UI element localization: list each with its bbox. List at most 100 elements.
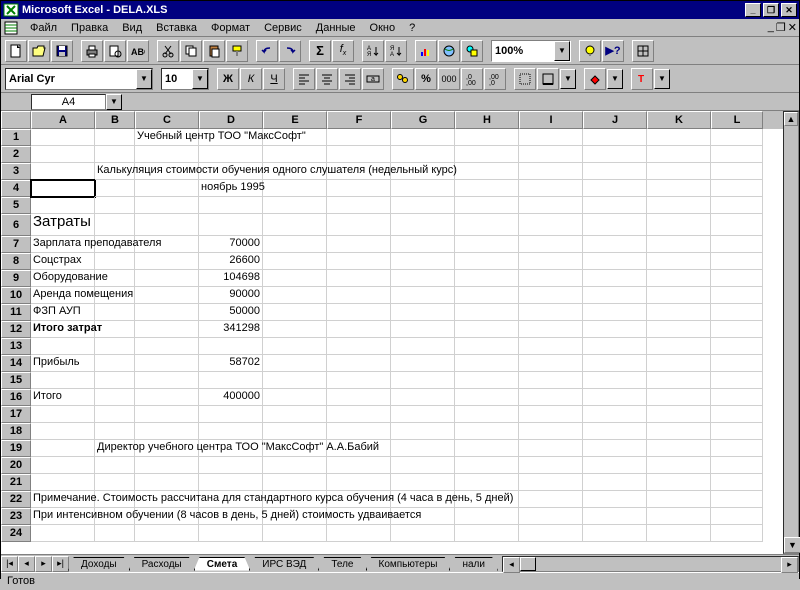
cell-F5[interactable] [327, 197, 391, 214]
cell-A13[interactable] [31, 338, 95, 355]
cell-J6[interactable] [583, 214, 647, 236]
font-color-button[interactable]: T [631, 68, 653, 90]
cell-D4[interactable]: ноябрь 1995 [199, 180, 263, 197]
cell-H2[interactable] [455, 146, 519, 163]
undo-button[interactable] [256, 40, 278, 62]
cell-J19[interactable] [583, 440, 647, 457]
cell-E16[interactable] [263, 389, 327, 406]
cell-A12[interactable]: Итого затрат [31, 321, 95, 338]
cell-F12[interactable] [327, 321, 391, 338]
cell-C15[interactable] [135, 372, 199, 389]
sheet-tab[interactable]: Теле [318, 557, 366, 571]
cell-H10[interactable] [455, 287, 519, 304]
row-header[interactable]: 7 [1, 236, 31, 253]
cell-A22[interactable]: Примечание. Стоимость рассчитана для ста… [31, 491, 95, 508]
cell-B20[interactable] [95, 457, 135, 474]
cell-L5[interactable] [711, 197, 763, 214]
cell-F2[interactable] [327, 146, 391, 163]
cell-D12[interactable]: 341298 [199, 321, 263, 338]
print-preview-button[interactable] [104, 40, 126, 62]
cell-D15[interactable] [199, 372, 263, 389]
spellcheck-button[interactable]: ABC [127, 40, 149, 62]
cell-H7[interactable] [455, 236, 519, 253]
cell-G18[interactable] [391, 423, 455, 440]
name-box-dropdown[interactable]: ▼ [106, 94, 122, 110]
cell-A19[interactable] [31, 440, 95, 457]
cell-C16[interactable] [135, 389, 199, 406]
horizontal-scrollbar[interactable]: ◂▸ [502, 556, 799, 572]
tab-first-button[interactable]: |◂ [1, 556, 18, 572]
cell-E2[interactable] [263, 146, 327, 163]
increase-indent-button[interactable] [537, 68, 559, 90]
cell-I3[interactable] [519, 163, 583, 180]
cell-C24[interactable] [135, 525, 199, 542]
cell-F18[interactable] [327, 423, 391, 440]
cell-J21[interactable] [583, 474, 647, 491]
cell-D2[interactable] [199, 146, 263, 163]
cell-B13[interactable] [95, 338, 135, 355]
cell-A9[interactable]: Оборудование [31, 270, 95, 287]
cell-H12[interactable] [455, 321, 519, 338]
cell-I10[interactable] [519, 287, 583, 304]
align-left-button[interactable] [293, 68, 315, 90]
cell-J17[interactable] [583, 406, 647, 423]
cell-G19[interactable] [391, 440, 455, 457]
cell-J2[interactable] [583, 146, 647, 163]
font-name-dropdown[interactable]: ▼ [136, 69, 152, 89]
col-header-I[interactable]: I [519, 111, 583, 129]
cell-F4[interactable] [327, 180, 391, 197]
cell-F11[interactable] [327, 304, 391, 321]
cell-E15[interactable] [263, 372, 327, 389]
tip-wizard-button[interactable] [579, 40, 601, 62]
menu-window[interactable]: Окно [363, 21, 403, 35]
row-header[interactable]: 8 [1, 253, 31, 270]
cell-K24[interactable] [647, 525, 711, 542]
italic-button[interactable]: К [240, 68, 262, 90]
row-header[interactable]: 19 [1, 440, 31, 457]
percent-button[interactable]: % [415, 68, 437, 90]
font-name-combo[interactable]: ▼ [5, 68, 153, 90]
increase-decimal-button[interactable]: ,0,00 [461, 68, 483, 90]
cell-I24[interactable] [519, 525, 583, 542]
cell-E12[interactable] [263, 321, 327, 338]
cell-B19[interactable]: Директор учебного центра ТОО "МаксСофт" … [95, 440, 135, 457]
cell-E11[interactable] [263, 304, 327, 321]
cell-E8[interactable] [263, 253, 327, 270]
font-size-input[interactable] [162, 73, 192, 85]
cell-I16[interactable] [519, 389, 583, 406]
cell-A18[interactable] [31, 423, 95, 440]
open-button[interactable] [28, 40, 50, 62]
col-header-F[interactable]: F [327, 111, 391, 129]
cell-D21[interactable] [199, 474, 263, 491]
row-header[interactable]: 13 [1, 338, 31, 355]
cell-E5[interactable] [263, 197, 327, 214]
cell-A21[interactable] [31, 474, 95, 491]
cell-B2[interactable] [95, 146, 135, 163]
cell-K22[interactable] [647, 491, 711, 508]
border-dropdown[interactable]: ▼ [560, 69, 576, 89]
cell-K21[interactable] [647, 474, 711, 491]
row-header[interactable]: 2 [1, 146, 31, 163]
cell-J4[interactable] [583, 180, 647, 197]
cell-K20[interactable] [647, 457, 711, 474]
cell-K11[interactable] [647, 304, 711, 321]
cell-L23[interactable] [711, 508, 763, 525]
cell-F24[interactable] [327, 525, 391, 542]
cell-H13[interactable] [455, 338, 519, 355]
sheet-tab[interactable]: Компьютеры [366, 557, 451, 571]
cell-G17[interactable] [391, 406, 455, 423]
cell-K18[interactable] [647, 423, 711, 440]
cell-B1[interactable] [95, 129, 135, 146]
menu-insert[interactable]: Вставка [149, 21, 204, 35]
cell-G6[interactable] [391, 214, 455, 236]
cell-K15[interactable] [647, 372, 711, 389]
cell-B14[interactable] [95, 355, 135, 372]
cell-G9[interactable] [391, 270, 455, 287]
cell-K7[interactable] [647, 236, 711, 253]
comma-button[interactable]: 000 [438, 68, 460, 90]
sheet-tab[interactable]: Расходы [129, 557, 195, 571]
cell-G10[interactable] [391, 287, 455, 304]
cell-C13[interactable] [135, 338, 199, 355]
cell-G13[interactable] [391, 338, 455, 355]
cell-D16[interactable]: 400000 [199, 389, 263, 406]
